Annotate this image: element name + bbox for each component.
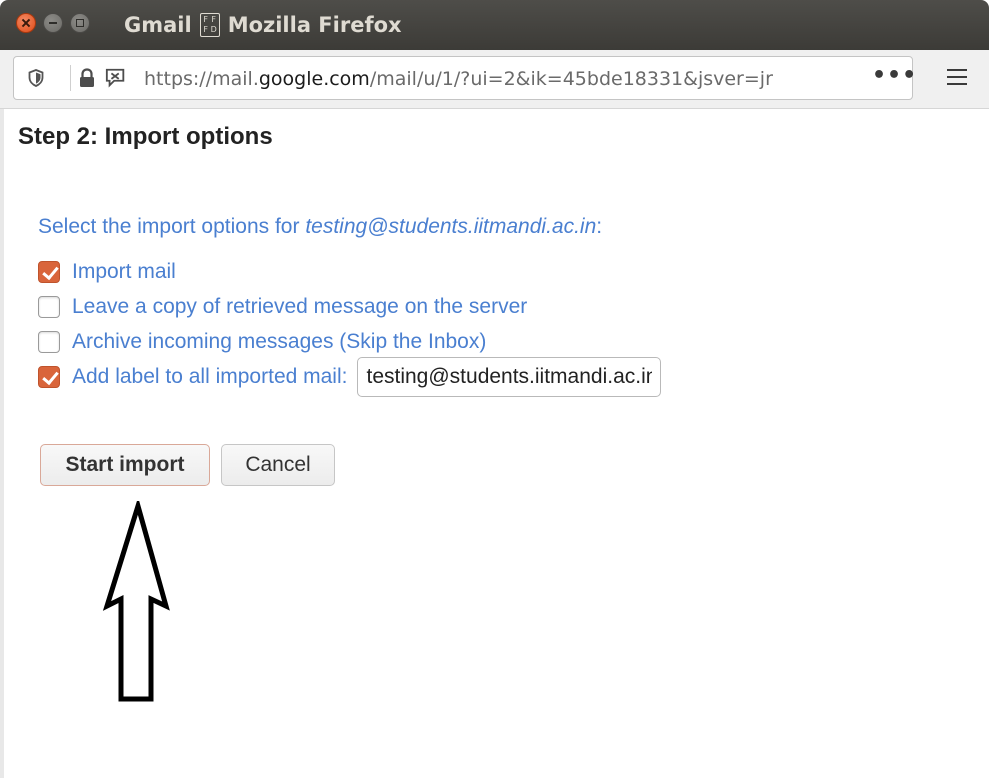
- label-name-input[interactable]: [357, 357, 662, 397]
- import-mail-checkbox[interactable]: [38, 261, 60, 283]
- glyph-char: F: [203, 15, 208, 24]
- more-actions-icon[interactable]: •••: [872, 64, 916, 92]
- missing-glyph-icon: F F F D: [199, 13, 220, 37]
- window-title-browser: Mozilla Firefox: [227, 13, 402, 37]
- import-options-dialog: Step 2: Import options Select the import…: [0, 109, 989, 778]
- leave-copy-checkbox[interactable]: [38, 296, 60, 318]
- url-separator: [70, 65, 71, 91]
- page-title: Step 2: Import options: [18, 123, 273, 150]
- url-domain: google.com: [258, 68, 370, 90]
- url-bar[interactable]: https://mail.google.com/mail/u/1/?ui=2&i…: [13, 56, 916, 100]
- permissions-icon[interactable]: [105, 67, 127, 89]
- option-archive-incoming[interactable]: Archive incoming messages (Skip the Inbo…: [38, 327, 486, 357]
- glyph-char: D: [210, 25, 217, 34]
- glyph-char: F: [203, 25, 208, 34]
- shield-icon[interactable]: [25, 67, 47, 89]
- url-prefix: https://mail.: [144, 68, 259, 90]
- prompt-prefix: Select the import options for: [38, 215, 306, 238]
- maximize-window-icon[interactable]: [70, 13, 90, 33]
- up-arrow-annotation-icon: [102, 501, 170, 702]
- archive-incoming-checkbox[interactable]: [38, 331, 60, 353]
- window-title: Gmail F F F D Mozilla Firefox: [124, 12, 402, 38]
- option-label[interactable]: Import mail: [72, 260, 176, 284]
- window-title-app: Gmail: [124, 13, 192, 37]
- minimize-window-icon[interactable]: [43, 13, 63, 33]
- glyph-char: F: [211, 15, 216, 24]
- option-add-label[interactable]: Add label to all imported mail:: [38, 357, 662, 397]
- option-label[interactable]: Leave a copy of retrieved message on the…: [72, 295, 527, 319]
- hamburger-menu-icon[interactable]: [947, 69, 969, 87]
- navigation-bar: https://mail.google.com/mail/u/1/?ui=2&i…: [0, 50, 989, 109]
- option-label[interactable]: Add label to all imported mail:: [72, 365, 347, 389]
- import-prompt: Select the import options for testing@st…: [38, 215, 602, 239]
- lock-icon[interactable]: [76, 67, 98, 89]
- add-label-checkbox[interactable]: [38, 366, 60, 388]
- option-label[interactable]: Archive incoming messages (Skip the Inbo…: [72, 330, 486, 354]
- url-suffix: /mail/u/1/?ui=2&ik=45bde18331&jsver=jr: [369, 68, 773, 90]
- prompt-email: testing@students.iitmandi.ac.in: [305, 215, 597, 238]
- title-bar: Gmail F F F D Mozilla Firefox: [0, 0, 989, 50]
- url-text[interactable]: https://mail.google.com/mail/u/1/?ui=2&i…: [144, 65, 869, 93]
- option-leave-copy[interactable]: Leave a copy of retrieved message on the…: [38, 292, 527, 322]
- cancel-button[interactable]: Cancel: [221, 444, 335, 486]
- option-import-mail[interactable]: Import mail: [38, 257, 176, 287]
- close-window-icon[interactable]: [16, 13, 36, 33]
- start-import-button[interactable]: Start import: [40, 444, 210, 486]
- prompt-suffix: :: [596, 215, 603, 238]
- firefox-window: Gmail F F F D Mozilla Firefox https://ma…: [0, 0, 989, 778]
